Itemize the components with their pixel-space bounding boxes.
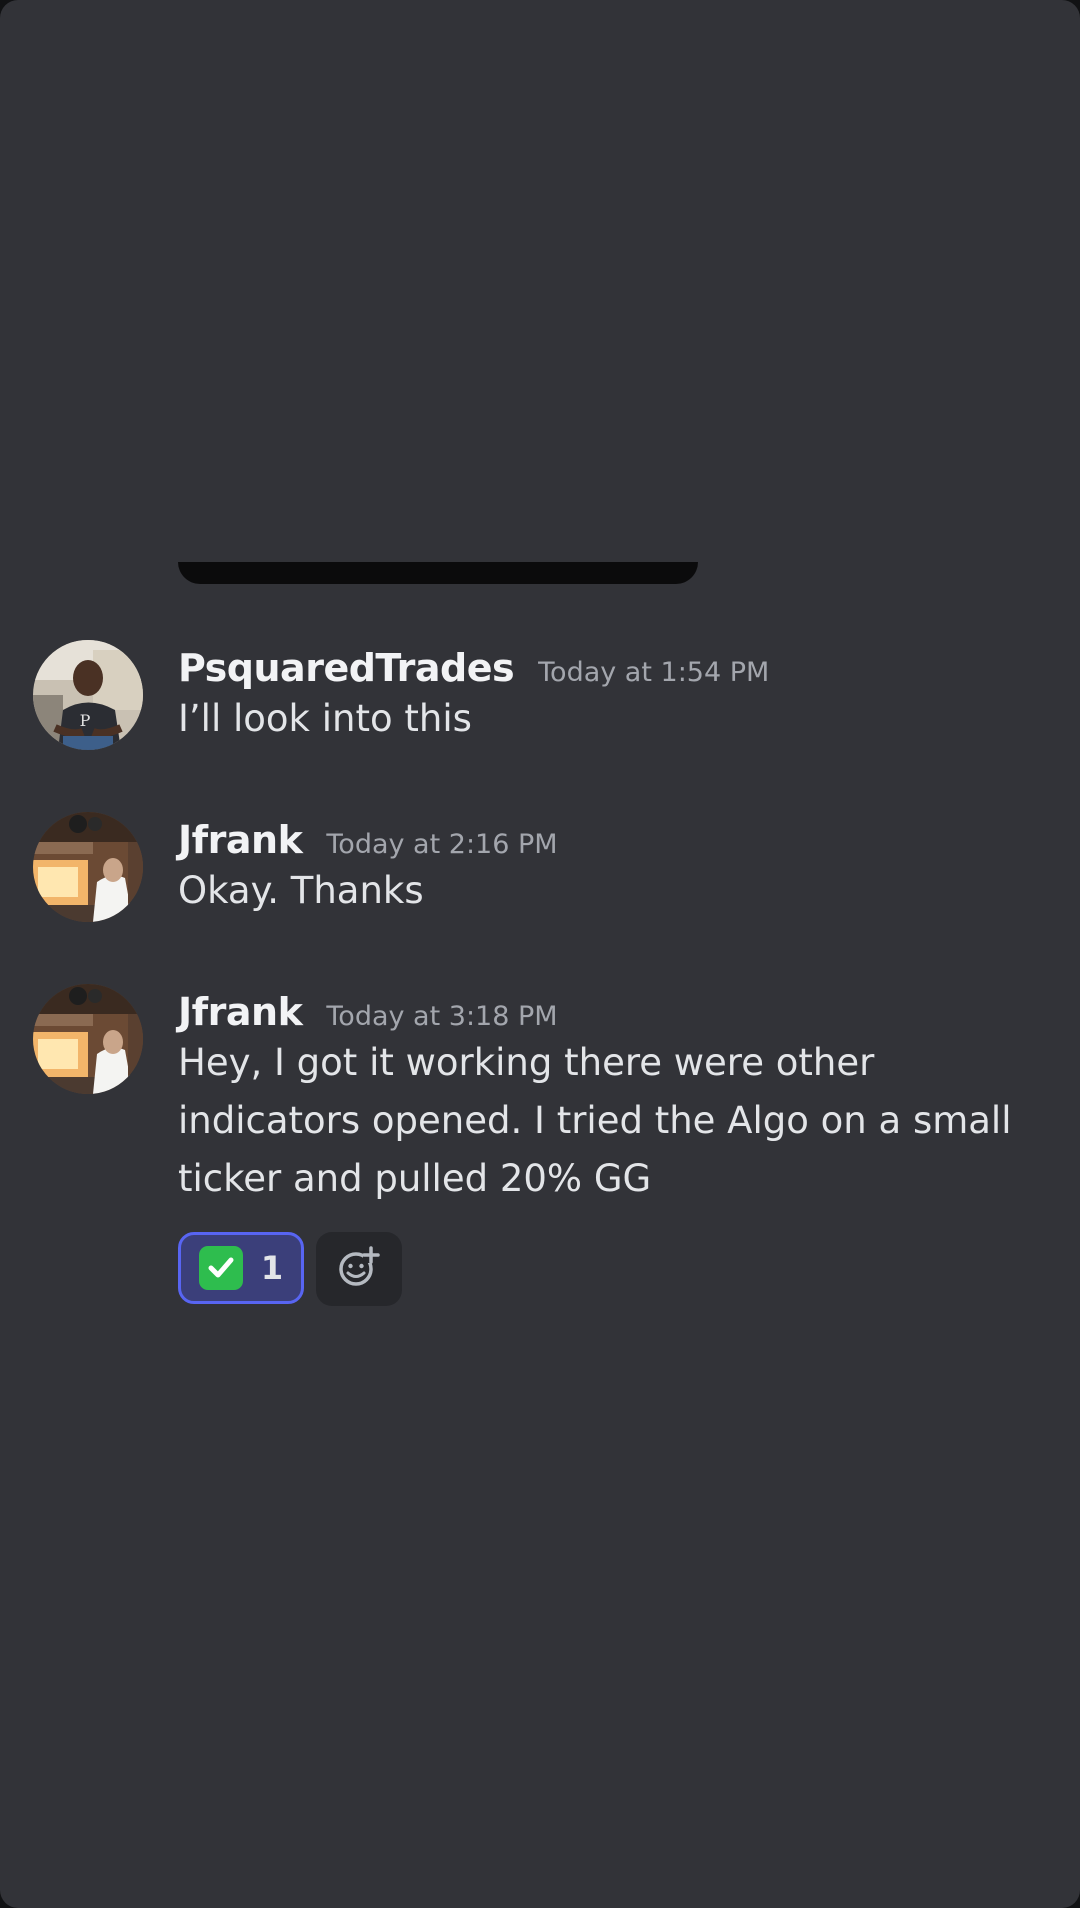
message-text-line: ticker and pulled 20% GG: [178, 1157, 652, 1200]
previous-embed-remnant: [178, 562, 698, 584]
message-text-line: indicators opened. I tried the Algo on a…: [178, 1099, 1012, 1142]
message-header: Jfrank Today at 3:18 PM: [178, 990, 1040, 1034]
jfrank-avatar[interactable]: [33, 984, 143, 1094]
reactions-row: 1: [178, 1232, 1040, 1306]
psquared-avatar[interactable]: P: [33, 640, 143, 750]
message-header: PsquaredTrades Today at 1:54 PM: [178, 646, 1040, 690]
username[interactable]: PsquaredTrades: [178, 646, 515, 690]
reaction-count: 1: [260, 1249, 284, 1287]
message-text: Okay. Thanks: [178, 869, 424, 912]
reaction-check[interactable]: 1: [178, 1232, 304, 1304]
add-reaction-icon: [337, 1245, 381, 1293]
message-body: PsquaredTrades Today at 1:54 PM I’ll loo…: [178, 646, 1040, 748]
chat-screen: P PsquaredTrades Today at 1:54 PM I’ll l…: [0, 0, 1080, 1908]
white-check-mark-icon: [198, 1246, 243, 1290]
add-reaction-button[interactable]: [316, 1232, 402, 1306]
svg-text:P: P: [80, 711, 91, 730]
username[interactable]: Jfrank: [178, 990, 303, 1034]
message-body: Jfrank Today at 2:16 PM Okay. Thanks: [178, 818, 1040, 920]
username[interactable]: Jfrank: [178, 818, 303, 862]
message-body: Jfrank Today at 3:18 PM Hey, I got it wo…: [178, 990, 1040, 1306]
timestamp: Today at 1:54 PM: [538, 657, 770, 688]
message-header: Jfrank Today at 2:16 PM: [178, 818, 1040, 862]
message-text: I’ll look into this: [178, 697, 472, 740]
timestamp: Today at 2:16 PM: [326, 829, 558, 860]
timestamp: Today at 3:18 PM: [326, 1001, 558, 1032]
message-text-line: Hey, I got it working there were other: [178, 1041, 875, 1084]
message-text: Hey, I got it working there were other i…: [178, 1034, 1040, 1208]
jfrank-avatar[interactable]: [33, 812, 143, 922]
